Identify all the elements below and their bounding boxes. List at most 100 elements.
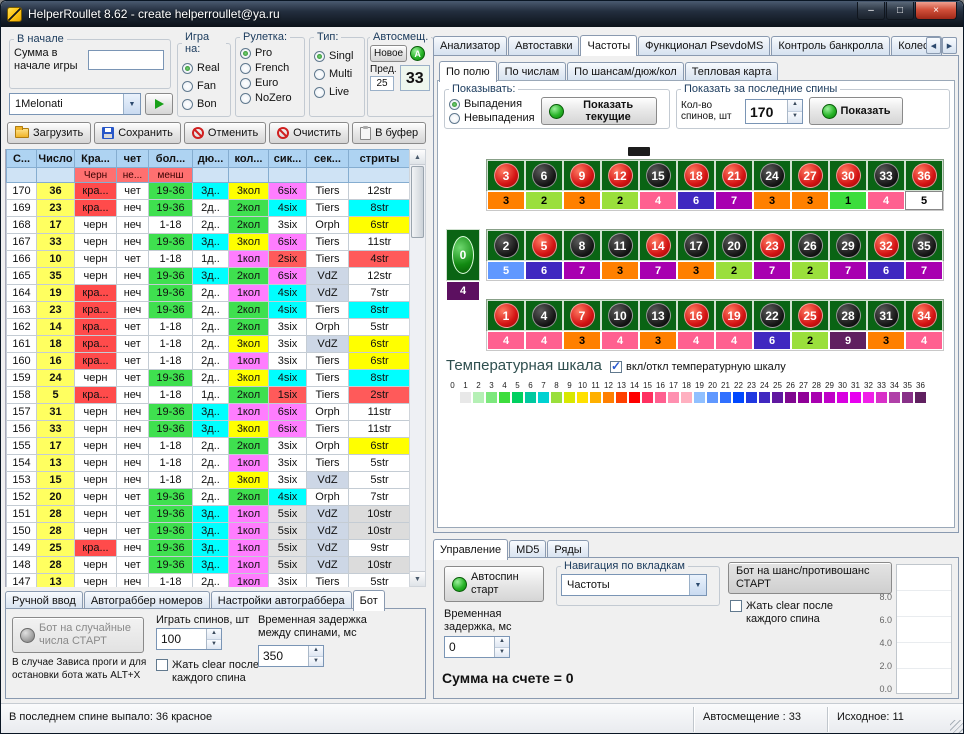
tab-Функционал PsevdoMS[interactable]: Функционал PsevdoMS — [638, 36, 770, 55]
resize-grip[interactable] — [950, 720, 963, 733]
spinner-down-icon[interactable]: ▼ — [495, 648, 509, 658]
column-header[interactable]: Кра... — [75, 150, 117, 168]
column-header[interactable]: Число — [37, 150, 75, 168]
history-row[interactable]: 14828чернчет19-363д..1кол5sixVdZ10str — [7, 557, 410, 574]
clear-after-spin-option[interactable]: Жать clear после каждого спина — [156, 659, 268, 685]
field-number-cell[interactable]: 6 — [525, 160, 563, 191]
clear-after-spin-option[interactable]: Жать clear после каждого спина — [730, 600, 858, 626]
field-number-cell[interactable]: 29 — [829, 230, 867, 261]
tab-Частоты[interactable]: Частоты — [580, 35, 637, 56]
field-number-cell[interactable]: 11 — [601, 230, 639, 261]
history-row[interactable]: 15220чернчет19-362д..2кол4sixOrph7str — [7, 489, 410, 506]
column-header[interactable]: стриты — [349, 150, 410, 168]
radio-NoZero[interactable]: NoZero — [240, 91, 300, 105]
tab-По шансам/дюж/кол[interactable]: По шансам/дюж/кол — [567, 62, 684, 81]
history-row[interactable]: 14713черннеч1-182д..1кол3sixTiers5str — [7, 574, 410, 588]
tab-Контроль банкролла[interactable]: Контроль банкролла — [771, 36, 890, 55]
field-zero-cell[interactable]: 0 — [446, 229, 480, 281]
column-header[interactable]: чет — [117, 150, 149, 168]
radio-Multi[interactable]: Multi — [314, 67, 360, 81]
field-number-cell[interactable]: 24 — [753, 160, 791, 191]
field-number-cell[interactable]: 33 — [867, 160, 905, 191]
chevron-down-icon[interactable]: ▼ — [123, 94, 140, 114]
field-number-cell[interactable]: 22 — [753, 300, 791, 331]
save-button[interactable]: Сохранить — [94, 122, 181, 144]
history-row[interactable]: 16923кра...неч19-362д..2кол4sixTiers8str — [7, 200, 410, 217]
field-number-cell[interactable]: 8 — [563, 230, 601, 261]
radio-dot-icon[interactable] — [314, 51, 325, 62]
history-row[interactable]: 15315черннеч1-182д..3кол3sixVdZ5str — [7, 472, 410, 489]
field-number-cell[interactable]: 25 — [791, 300, 829, 331]
last-spins-value[interactable]: 170 — [746, 100, 787, 123]
tab-Автоставки[interactable]: Автоставки — [508, 36, 579, 55]
field-number-cell[interactable]: 36 — [905, 160, 943, 191]
field-number-cell[interactable]: 13 — [639, 300, 677, 331]
field-number-cell[interactable]: 10 — [601, 300, 639, 331]
radio-French[interactable]: French — [240, 61, 300, 75]
random-bot-button[interactable]: Бот на случайные числа СТАРТ — [12, 617, 144, 653]
play-button[interactable] — [145, 93, 173, 115]
clear-checkbox[interactable] — [730, 600, 742, 612]
history-row[interactable]: 16016кра...чет1-182д..1кол3sixTiers6str — [7, 353, 410, 370]
radio-dot-icon[interactable] — [449, 113, 460, 124]
radio-dot-icon[interactable] — [240, 63, 251, 74]
history-row[interactable]: 16323кра...неч19-362д..2кол4sixTiers8str — [7, 302, 410, 319]
spinner-up-icon[interactable]: ▲ — [495, 637, 509, 648]
field-number-cell[interactable]: 20 — [715, 230, 753, 261]
field-number-cell[interactable]: 14 — [639, 230, 677, 261]
radio-dot-icon[interactable] — [240, 78, 251, 89]
spins-count-value[interactable]: 100 — [157, 629, 206, 649]
maximize-button[interactable]: □ — [886, 2, 914, 20]
history-row[interactable]: 16817черннеч1-182д..2кол3sixOrph6str — [7, 217, 410, 234]
column-header[interactable]: сек... — [307, 150, 349, 168]
radio-dot-icon[interactable] — [449, 99, 460, 110]
scroll-up-icon[interactable]: ▲ — [410, 150, 425, 165]
history-row[interactable]: 15028чернчет19-363д..1кол5sixVdZ10str — [7, 523, 410, 540]
new-autoshift-button[interactable]: Новое — [370, 45, 407, 62]
spinner-down-icon[interactable]: ▼ — [309, 657, 323, 667]
copy-buffer-button[interactable]: В буфер — [352, 122, 426, 144]
column-header[interactable]: кол... — [229, 150, 269, 168]
tab-По полю[interactable]: По полю — [439, 61, 497, 82]
field-number-cell[interactable]: 35 — [905, 230, 943, 261]
history-row[interactable]: 17036кра...чет19-363д..3кол6sixTiers12st… — [7, 183, 410, 200]
field-number-cell[interactable]: 5 — [525, 230, 563, 261]
titlebar[interactable]: HelperRoullet 8.62 - create helperroulle… — [1, 1, 963, 27]
show-current-button[interactable]: Показать текущие — [541, 97, 657, 125]
spinner-up-icon[interactable]: ▲ — [309, 646, 323, 657]
table-scrollbar[interactable]: ▲ ▼ — [409, 149, 426, 587]
field-number-cell[interactable]: 12 — [601, 160, 639, 191]
radio-dot-icon[interactable] — [182, 63, 193, 74]
history-row[interactable]: 16733черннеч19-363д..3кол6sixTiers11str — [7, 234, 410, 251]
history-row[interactable]: 15731черннеч19-363д..1кол6sixOrph11str — [7, 404, 410, 421]
load-button[interactable]: Загрузить — [7, 122, 91, 144]
clear-checkbox[interactable] — [156, 659, 168, 671]
radio-Bon[interactable]: Bon — [182, 97, 226, 111]
radio-Fan[interactable]: Fan — [182, 79, 226, 93]
chevron-down-icon[interactable]: ▼ — [689, 575, 706, 595]
history-row[interactable]: 15517черннеч1-182д..2кол3sixOrph6str — [7, 438, 410, 455]
radio-dot-icon[interactable] — [314, 87, 325, 98]
field-number-cell[interactable]: 17 — [677, 230, 715, 261]
temperature-toggle[interactable]: вкл/откл температурную шкалу — [610, 361, 786, 374]
show-button[interactable]: Показать — [809, 97, 903, 125]
tab-По числам[interactable]: По числам — [498, 62, 567, 81]
field-number-cell[interactable]: 15 — [639, 160, 677, 191]
column-header[interactable]: бол... — [149, 150, 193, 168]
radio-dot-icon[interactable] — [240, 48, 251, 59]
tab-Управление[interactable]: Управление — [433, 539, 508, 560]
history-row[interactable]: 16118кра...чет1-182д..3кол3sixVdZ6str — [7, 336, 410, 353]
field-number-cell[interactable]: 9 — [563, 160, 601, 191]
scrollbar-thumb[interactable] — [411, 166, 424, 238]
tab-Анализатор[interactable]: Анализатор — [433, 36, 507, 55]
minimize-button[interactable]: – — [857, 2, 885, 20]
scroll-down-icon[interactable]: ▼ — [410, 571, 425, 586]
field-number-cell[interactable]: 1 — [487, 300, 525, 331]
undo-button[interactable]: Отменить — [184, 122, 266, 144]
radio-dot-icon[interactable] — [182, 81, 193, 92]
history-row[interactable]: 15128чернчет19-363д..1кол5sixVdZ10str — [7, 506, 410, 523]
history-row[interactable]: 16535черннеч19-363д..2кол6sixVdZ12str — [7, 268, 410, 285]
close-button[interactable]: × — [915, 2, 957, 20]
radio-Невыпадения[interactable]: Невыпадения — [449, 111, 535, 125]
temperature-checkbox[interactable] — [610, 361, 622, 373]
